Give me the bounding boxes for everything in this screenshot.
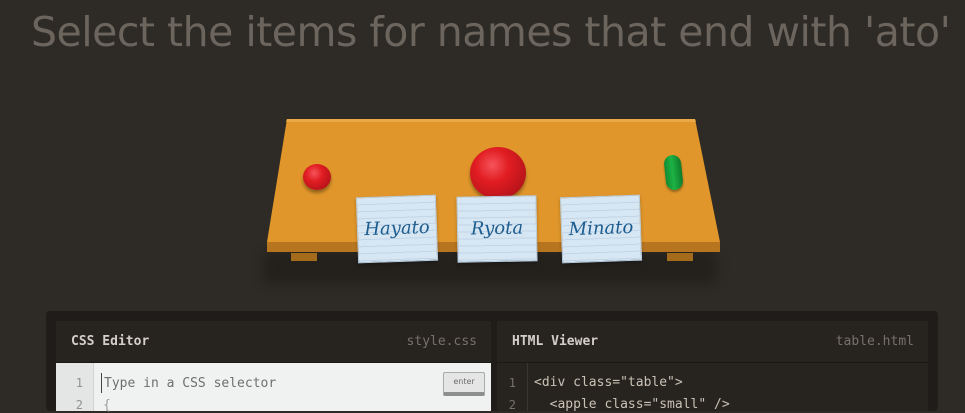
enter-button[interactable]: enter	[443, 372, 485, 396]
css-file-name: style.css	[406, 334, 477, 349]
html-code-line[interactable]: <div class="table">	[534, 375, 683, 390]
table-scene: Hayato Ryota Minato	[255, 112, 725, 297]
line-number: 1	[75, 376, 83, 390]
name-note-hayato[interactable]: Hayato	[355, 194, 439, 264]
html-viewer-pane: HTML Viewer table.html 1 2 <div class="t…	[497, 321, 928, 412]
name-note-minato[interactable]: Minato	[559, 194, 643, 264]
css-editor-title: CSS Editor	[71, 334, 150, 349]
name-note-ryota[interactable]: Ryota	[456, 195, 538, 263]
page-title: Select the items for names that end with…	[31, 8, 951, 56]
editor-panel: CSS Editor style.css 1 2 { enter HTML Vi…	[46, 311, 938, 413]
html-viewer-title: HTML Viewer	[512, 334, 599, 349]
line-number: 1	[508, 376, 516, 390]
html-code-line[interactable]: <apple class="small" />	[534, 397, 730, 412]
small-plate-icon[interactable]	[303, 164, 331, 190]
line-number: 2	[508, 398, 516, 412]
large-plate-icon[interactable]	[470, 147, 526, 199]
html-file-name: table.html	[835, 334, 914, 349]
css-code-line: {	[103, 398, 111, 413]
line-number: 2	[75, 398, 83, 412]
html-viewer-header: HTML Viewer table.html	[497, 321, 928, 363]
css-editor-header: CSS Editor style.css	[56, 321, 491, 363]
css-selector-input[interactable]	[101, 373, 434, 393]
css-editor-pane: CSS Editor style.css 1 2 { enter	[56, 321, 491, 413]
